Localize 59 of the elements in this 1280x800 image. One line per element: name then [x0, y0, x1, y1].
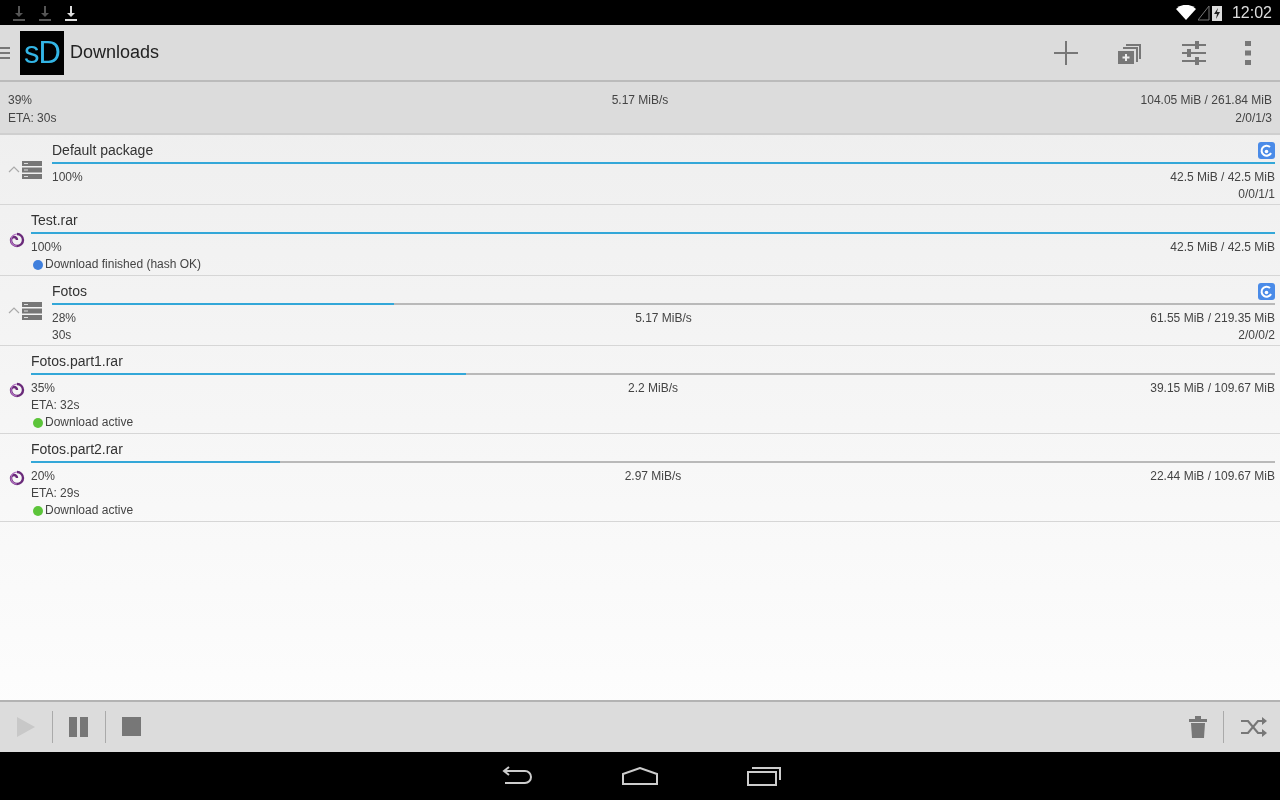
- status-text: Download active: [45, 502, 134, 519]
- download-icon: [13, 4, 25, 21]
- size-text: 104.05 MiB / 261.84 MiB: [1140, 92, 1272, 109]
- wifi-icon: [1175, 4, 1196, 21]
- status-text: Download active: [45, 414, 134, 431]
- percent-text: 35%: [31, 380, 56, 397]
- percent-text: 28%: [52, 310, 77, 327]
- server-stack-icon: [22, 160, 42, 179]
- counts-text: 2/0/1/3: [1235, 110, 1272, 127]
- eta-text: ETA: 32s: [31, 397, 80, 414]
- battery-icon: [1211, 4, 1222, 21]
- swirl-icon: [9, 381, 25, 398]
- eta-text: ETA: 29s: [31, 485, 80, 502]
- eta-text: 30s: [52, 327, 72, 344]
- percent-text: 100%: [31, 239, 62, 256]
- speed-text: 5.17 MiB/s: [611, 92, 669, 109]
- speed-text: 5.17 MiB/s: [635, 310, 692, 327]
- package-name: Fotos: [52, 282, 87, 300]
- home-icon[interactable]: [621, 767, 659, 785]
- percent-text: 100%: [52, 169, 83, 186]
- status-text: Download finished (hash OK): [45, 256, 202, 273]
- server-stack-icon: [22, 301, 42, 320]
- download-icon: [39, 4, 51, 21]
- signal-icon: [1197, 4, 1210, 21]
- file-name: Test.rar: [31, 212, 78, 228]
- file-name: Fotos.part2.rar: [31, 441, 123, 457]
- recent-apps-icon[interactable]: [747, 766, 781, 786]
- collapse-icon[interactable]: [8, 306, 20, 315]
- package-name: Default package: [52, 141, 154, 159]
- stop-icon[interactable]: [122, 717, 142, 737]
- speed-text: 2.97 MiB/s: [624, 468, 682, 485]
- counts-text: 0/0/1/1: [1238, 186, 1275, 203]
- size-text: 39.15 MiB / 109.67 MiB: [1150, 380, 1275, 397]
- swirl-icon: [9, 232, 25, 248]
- size-text: 61.55 MiB / 219.35 MiB: [1150, 310, 1275, 327]
- menu-icon[interactable]: [0, 45, 10, 60]
- size-text: 42.5 MiB / 42.5 MiB: [1170, 169, 1275, 186]
- size-text: 22.44 MiB / 109.67 MiB: [1150, 468, 1275, 485]
- file-name: Fotos.part1.rar: [31, 353, 123, 369]
- eta-text: ETA: 30s: [8, 110, 57, 127]
- refresh-badge-icon[interactable]: [1258, 282, 1275, 300]
- refresh-badge-icon[interactable]: [1258, 141, 1275, 159]
- pause-icon[interactable]: [69, 717, 89, 737]
- swirl-icon: [9, 469, 25, 486]
- download-icon: [65, 4, 77, 21]
- app-logo: sD: [20, 30, 64, 75]
- speed-text: 2.2 MiB/s: [628, 380, 678, 397]
- overflow-menu-icon[interactable]: [1245, 40, 1251, 65]
- percent-text: 20%: [31, 468, 56, 485]
- trash-icon[interactable]: [1189, 716, 1207, 738]
- clock: 12:02: [1231, 3, 1272, 22]
- window-title: Downloads: [70, 42, 160, 63]
- counts-text: 2/0/0/2: [1238, 327, 1275, 344]
- shuffle-icon[interactable]: [1240, 716, 1268, 738]
- size-text: 42.5 MiB / 42.5 MiB: [1170, 239, 1275, 256]
- percent-text: 39%: [8, 92, 33, 109]
- sliders-icon[interactable]: [1181, 39, 1207, 66]
- add-icon[interactable]: [1053, 39, 1079, 66]
- collapse-icon[interactable]: [8, 165, 20, 174]
